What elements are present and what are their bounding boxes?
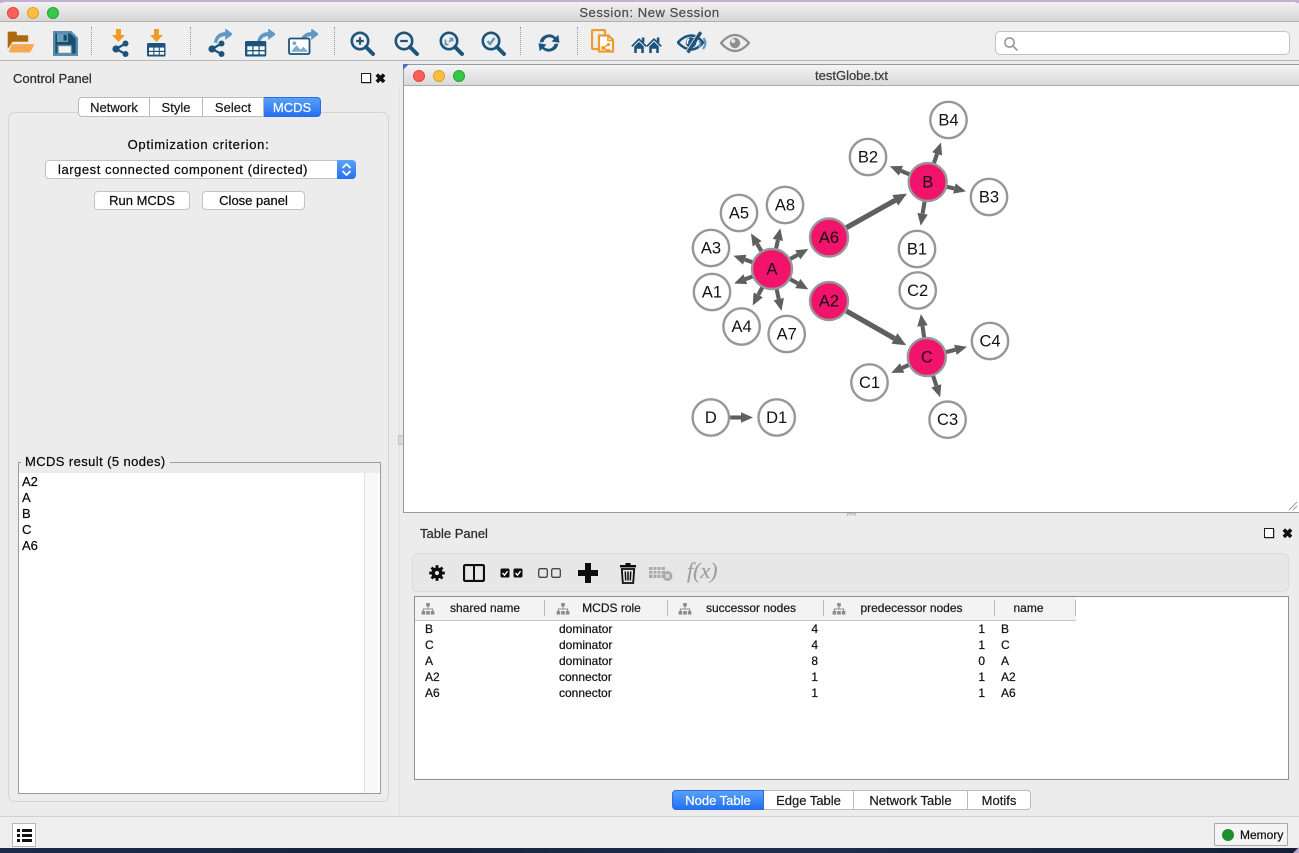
svg-text:B4: B4	[938, 112, 958, 130]
svg-text:A1: A1	[702, 284, 722, 302]
svg-text:B2: B2	[858, 149, 878, 167]
svg-text:A6: A6	[819, 229, 839, 247]
svg-text:B1: B1	[907, 241, 927, 259]
svg-text:A7: A7	[777, 326, 797, 344]
svg-text:A2: A2	[819, 293, 839, 311]
svg-text:A4: A4	[732, 318, 752, 336]
svg-text:C4: C4	[979, 333, 1000, 351]
svg-text:C2: C2	[907, 282, 928, 300]
svg-text:A5: A5	[729, 205, 749, 223]
svg-text:D1: D1	[766, 409, 787, 427]
svg-text:A: A	[766, 261, 777, 279]
svg-text:A3: A3	[701, 240, 721, 258]
svg-text:B3: B3	[979, 189, 999, 207]
svg-text:C: C	[921, 349, 933, 367]
svg-text:A8: A8	[775, 197, 795, 215]
svg-text:B: B	[922, 174, 933, 192]
svg-text:C3: C3	[937, 411, 958, 429]
svg-text:D: D	[705, 409, 717, 427]
svg-text:C1: C1	[859, 374, 880, 392]
